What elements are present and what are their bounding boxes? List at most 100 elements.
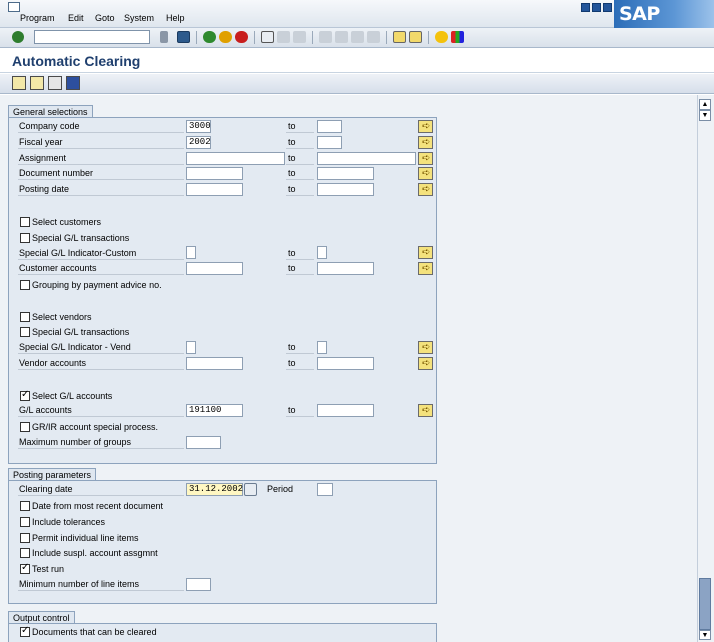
menu-program[interactable]: Program bbox=[20, 13, 55, 23]
test-run-checkbox[interactable]: ✓ bbox=[20, 562, 30, 574]
multiple-selection-special-gl-customer-button[interactable]: ➪ bbox=[418, 246, 433, 259]
multiple-selection-vendor-accounts-button[interactable]: ➪ bbox=[418, 357, 433, 370]
multiple-selection-customer-accounts-button[interactable]: ➪ bbox=[418, 262, 433, 275]
include-suspl-account-checkbox[interactable] bbox=[20, 548, 30, 558]
shortcut-icon[interactable] bbox=[409, 31, 422, 43]
menu-help[interactable]: Help bbox=[166, 13, 185, 23]
max-groups-input[interactable] bbox=[186, 436, 221, 449]
special-gl-indicator-vendor-to-input[interactable] bbox=[317, 341, 327, 354]
vendor-accounts-from-input[interactable] bbox=[186, 357, 243, 370]
test-run-label: Test run bbox=[32, 564, 65, 574]
label-document-number: Document number bbox=[18, 167, 184, 180]
assignment-to-input[interactable] bbox=[317, 152, 416, 165]
execute-icon[interactable] bbox=[12, 76, 26, 90]
arrow-right-icon: ➪ bbox=[422, 168, 431, 179]
system-menu-icon[interactable] bbox=[8, 2, 20, 12]
first-page-icon[interactable] bbox=[319, 31, 332, 43]
menu-system[interactable]: System bbox=[124, 13, 154, 23]
special-gl-vendors-checkbox[interactable] bbox=[20, 327, 30, 337]
vendor-accounts-to-input[interactable] bbox=[317, 357, 374, 370]
special-gl-indicator-customer-from-input[interactable] bbox=[186, 246, 196, 259]
special-gl-customers-checkbox[interactable] bbox=[20, 233, 30, 243]
company-code-from-input[interactable]: 3000 bbox=[186, 120, 211, 133]
minimize-icon[interactable] bbox=[581, 3, 590, 12]
help-icon[interactable] bbox=[435, 31, 448, 43]
print-icon[interactable] bbox=[261, 31, 274, 43]
permit-individual-line-items-checkbox[interactable] bbox=[20, 533, 30, 543]
customer-accounts-from-input[interactable] bbox=[186, 262, 243, 275]
multiple-selection-special-gl-vendor-button[interactable]: ➪ bbox=[418, 341, 433, 354]
menu-goto[interactable]: Goto bbox=[95, 13, 115, 23]
date-most-recent-checkbox[interactable] bbox=[20, 501, 30, 511]
scroll-down-button[interactable]: ▼ bbox=[699, 630, 711, 640]
documents-cleared-checkbox[interactable]: ✓ bbox=[20, 625, 30, 637]
multiple-selection-document-number-button[interactable]: ➪ bbox=[418, 167, 433, 180]
clearing-date-input[interactable]: 31.12.2002 bbox=[186, 483, 243, 496]
sap-logo-text: SAP bbox=[619, 3, 660, 25]
previous-page-icon[interactable] bbox=[335, 31, 348, 43]
maximize-icon[interactable] bbox=[592, 3, 601, 12]
grir-special-process-checkbox[interactable] bbox=[20, 422, 30, 432]
command-history-icon[interactable] bbox=[160, 31, 168, 43]
posting-date-from-input[interactable] bbox=[186, 183, 243, 196]
multiple-selection-company-code-button[interactable]: ➪ bbox=[418, 120, 433, 133]
layout-menu-icon[interactable] bbox=[451, 31, 464, 43]
include-tolerances-label: Include tolerances bbox=[32, 517, 106, 527]
vertical-scrollbar[interactable]: ▲ ▼ ▼ bbox=[697, 95, 714, 642]
get-variant-icon[interactable] bbox=[30, 76, 44, 90]
calendar-icon[interactable] bbox=[244, 483, 257, 496]
special-gl-customers-label: Special G/L transactions bbox=[32, 233, 130, 243]
period-input[interactable] bbox=[317, 483, 333, 496]
scroll-up-page-button[interactable]: ▼ bbox=[699, 110, 711, 121]
last-page-icon[interactable] bbox=[367, 31, 380, 43]
min-line-items-input[interactable] bbox=[186, 578, 211, 591]
enter-icon[interactable] bbox=[12, 31, 24, 43]
find-icon[interactable] bbox=[277, 31, 290, 43]
group-title-output: Output control bbox=[8, 611, 75, 623]
fiscal-year-from-input[interactable]: 2002 bbox=[186, 136, 211, 149]
multiple-selection-assignment-button[interactable]: ➪ bbox=[418, 152, 433, 165]
label-to: to bbox=[286, 341, 314, 354]
save-icon[interactable] bbox=[177, 31, 190, 43]
group-title-posting: Posting parameters bbox=[8, 468, 97, 480]
next-page-icon[interactable] bbox=[351, 31, 364, 43]
arrow-right-icon: ➪ bbox=[422, 247, 431, 258]
scrollbar-thumb[interactable] bbox=[699, 578, 711, 630]
find-next-icon[interactable] bbox=[293, 31, 306, 43]
back-icon[interactable] bbox=[203, 31, 216, 43]
document-number-to-input[interactable] bbox=[317, 167, 374, 180]
toolbar-separator bbox=[386, 31, 387, 44]
special-gl-indicator-vendor-from-input[interactable] bbox=[186, 341, 196, 354]
selection-options-icon[interactable] bbox=[48, 76, 62, 90]
group-title-general: General selections bbox=[8, 105, 93, 117]
sap-logo: SAP bbox=[614, 0, 714, 28]
menu-edit[interactable]: Edit bbox=[68, 13, 84, 23]
close-icon[interactable] bbox=[603, 3, 612, 12]
include-tolerances-checkbox[interactable] bbox=[20, 517, 30, 527]
gl-accounts-from-input[interactable]: 191100 bbox=[186, 404, 243, 417]
info-icon[interactable] bbox=[66, 76, 80, 90]
multiple-selection-fiscal-year-button[interactable]: ➪ bbox=[418, 136, 433, 149]
special-gl-indicator-customer-to-input[interactable] bbox=[317, 246, 327, 259]
exit-icon[interactable] bbox=[219, 31, 232, 43]
fiscal-year-to-input[interactable] bbox=[317, 136, 342, 149]
scroll-up-button[interactable]: ▲ bbox=[699, 99, 711, 110]
create-session-icon[interactable] bbox=[393, 31, 406, 43]
assignment-from-input[interactable] bbox=[186, 152, 285, 165]
select-vendors-checkbox[interactable] bbox=[20, 312, 30, 322]
multiple-selection-gl-accounts-button[interactable]: ➪ bbox=[418, 404, 433, 417]
arrow-right-icon: ➪ bbox=[422, 137, 431, 148]
gl-accounts-to-input[interactable] bbox=[317, 404, 374, 417]
select-customers-checkbox[interactable] bbox=[20, 217, 30, 227]
posting-date-to-input[interactable] bbox=[317, 183, 374, 196]
company-code-to-input[interactable] bbox=[317, 120, 342, 133]
cancel-icon[interactable] bbox=[235, 31, 248, 43]
multiple-selection-posting-date-button[interactable]: ➪ bbox=[418, 183, 433, 196]
select-gl-accounts-checkbox[interactable]: ✓ bbox=[20, 389, 30, 401]
command-field[interactable] bbox=[34, 30, 150, 44]
menu-bar: Program Edit Goto System Help SAP bbox=[0, 0, 714, 28]
customer-accounts-to-input[interactable] bbox=[317, 262, 374, 275]
select-customers-label: Select customers bbox=[32, 217, 102, 227]
grouping-payment-advice-checkbox[interactable] bbox=[20, 280, 30, 290]
document-number-from-input[interactable] bbox=[186, 167, 243, 180]
